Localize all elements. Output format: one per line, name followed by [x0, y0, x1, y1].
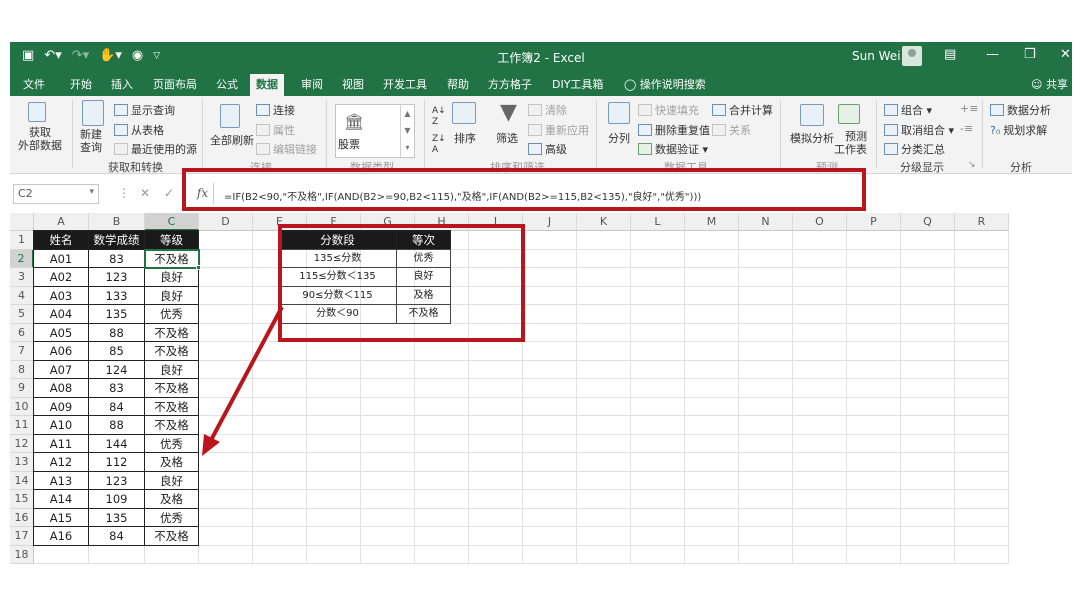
annotation-overlay: [202, 306, 284, 456]
excel-window: ▣ ↶▾ ↷▾ ✋▾ ◉ ▽ 工作簿2 - Excel Sun Wei ▤ — …: [10, 42, 1072, 564]
annotation-arrow-line: [208, 306, 284, 443]
formula-highlight-box: [182, 168, 866, 211]
reference-table-highlight-box: [278, 224, 525, 342]
